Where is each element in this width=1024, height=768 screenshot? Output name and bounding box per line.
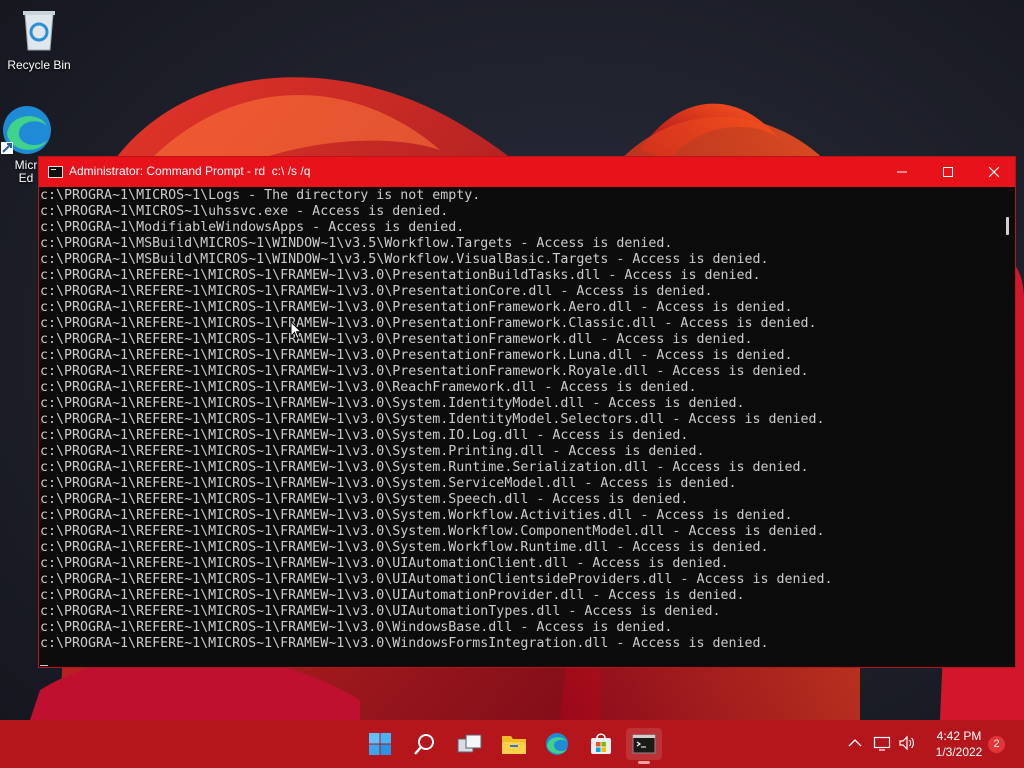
system-clock[interactable]: 4:42 PM 1/3/2022 bbox=[920, 728, 998, 760]
mouse-pointer-icon bbox=[290, 321, 302, 340]
recycle-bin-desktop-icon[interactable]: Recycle Bin bbox=[1, 8, 77, 72]
start-icon bbox=[369, 733, 391, 755]
minimize-button[interactable] bbox=[879, 157, 925, 187]
console-line: c:\PROGRA~1\REFERE~1\MICROS~1\FRAMEW~1\v… bbox=[40, 348, 793, 363]
console-line: c:\PROGRA~1\REFERE~1\MICROS~1\FRAMEW~1\v… bbox=[40, 524, 825, 539]
chevron-up-icon[interactable] bbox=[848, 738, 862, 748]
close-icon bbox=[988, 166, 1000, 178]
maximize-button[interactable] bbox=[925, 157, 971, 187]
taskbar: 4:42 PM 1/3/2022 bbox=[0, 720, 1024, 768]
cmd-app-icon bbox=[48, 166, 63, 178]
console-line: c:\PROGRA~1\REFERE~1\MICROS~1\FRAMEW~1\v… bbox=[40, 556, 729, 571]
console-line: c:\PROGRA~1\REFERE~1\MICROS~1\FRAMEW~1\v… bbox=[40, 572, 833, 587]
scrollbar-thumb[interactable] bbox=[1006, 217, 1009, 235]
console-line: c:\PROGRA~1\MICROS~1\uhssvc.exe - Access… bbox=[40, 204, 449, 219]
console-line: c:\PROGRA~1\MSBuild\MICROS~1\WINDOW~1\v3… bbox=[40, 236, 673, 251]
text-cursor bbox=[40, 665, 48, 666]
console-output[interactable]: c:\PROGRA~1\MICROS~1\Logs - The director… bbox=[40, 188, 998, 666]
console-line: c:\PROGRA~1\REFERE~1\MICROS~1\FRAMEW~1\v… bbox=[40, 476, 737, 491]
command-prompt-window[interactable]: Administrator: Command Prompt - rd c:\ /… bbox=[38, 156, 1016, 668]
edge-icon bbox=[1, 106, 51, 154]
search-button[interactable] bbox=[407, 728, 443, 760]
terminal-icon bbox=[632, 734, 656, 754]
console-line: c:\PROGRA~1\REFERE~1\MICROS~1\FRAMEW~1\v… bbox=[40, 508, 793, 523]
console-line: c:\PROGRA~1\REFERE~1\MICROS~1\FRAMEW~1\v… bbox=[40, 412, 825, 427]
file-explorer-button[interactable] bbox=[495, 728, 531, 760]
store-icon bbox=[591, 733, 611, 754]
task-view-button[interactable] bbox=[451, 728, 487, 760]
start-button[interactable] bbox=[362, 728, 398, 760]
console-line: c:\PROGRA~1\REFERE~1\MICROS~1\FRAMEW~1\v… bbox=[40, 428, 689, 443]
console-line: c:\PROGRA~1\REFERE~1\MICROS~1\FRAMEW~1\v… bbox=[40, 284, 713, 299]
maximize-icon bbox=[943, 167, 953, 177]
search-icon bbox=[414, 734, 434, 755]
window-titlebar[interactable]: Administrator: Command Prompt - rd c:\ /… bbox=[39, 157, 1015, 187]
console-line: c:\PROGRA~1\REFERE~1\MICROS~1\FRAMEW~1\v… bbox=[40, 380, 697, 395]
console-line: c:\PROGRA~1\MSBuild\MICROS~1\WINDOW~1\v3… bbox=[40, 252, 769, 267]
console-line: c:\PROGRA~1\REFERE~1\MICROS~1\FRAMEW~1\v… bbox=[40, 268, 761, 283]
console-line: c:\PROGRA~1\REFERE~1\MICROS~1\FRAMEW~1\v… bbox=[40, 396, 745, 411]
clock-date: 1/3/2022 bbox=[935, 745, 983, 759]
minimize-icon bbox=[897, 171, 907, 173]
file-explorer-icon bbox=[502, 736, 526, 754]
console-line: c:\PROGRA~1\REFERE~1\MICROS~1\FRAMEW~1\v… bbox=[40, 300, 793, 315]
desktop-icon-label: Recycle Bin bbox=[7, 58, 71, 72]
console-line: c:\PROGRA~1\REFERE~1\MICROS~1\FRAMEW~1\v… bbox=[40, 540, 769, 555]
console-line: c:\PROGRA~1\REFERE~1\MICROS~1\FRAMEW~1\v… bbox=[40, 460, 809, 475]
console-line: c:\PROGRA~1\REFERE~1\MICROS~1\FRAMEW~1\v… bbox=[40, 332, 753, 347]
console-line: c:\PROGRA~1\REFERE~1\MICROS~1\FRAMEW~1\v… bbox=[40, 620, 673, 635]
console-line: c:\PROGRA~1\REFERE~1\MICROS~1\FRAMEW~1\v… bbox=[40, 364, 809, 379]
close-button[interactable] bbox=[971, 157, 1017, 187]
console-line: c:\PROGRA~1\REFERE~1\MICROS~1\FRAMEW~1\v… bbox=[40, 636, 769, 651]
recycle-bin-icon bbox=[23, 11, 55, 51]
vertical-scrollbar[interactable] bbox=[999, 188, 1015, 666]
clock-time: 4:42 PM bbox=[936, 729, 982, 743]
console-line: c:\PROGRA~1\REFERE~1\MICROS~1\FRAMEW~1\v… bbox=[40, 588, 745, 603]
console-line: c:\PROGRA~1\REFERE~1\MICROS~1\FRAMEW~1\v… bbox=[40, 316, 817, 331]
window-title: Administrator: Command Prompt - rd c:\ /… bbox=[69, 164, 311, 178]
store-button[interactable] bbox=[583, 728, 619, 760]
command-prompt-taskbar-button[interactable] bbox=[626, 728, 662, 764]
notification-badge[interactable]: 2 bbox=[988, 736, 1005, 753]
edge-icon bbox=[546, 733, 568, 755]
volume-icon[interactable] bbox=[898, 735, 916, 751]
console-line: c:\PROGRA~1\ModifiableWindowsApps - Acce… bbox=[40, 220, 465, 235]
console-line: c:\PROGRA~1\REFERE~1\MICROS~1\FRAMEW~1\v… bbox=[40, 492, 689, 507]
network-icon[interactable] bbox=[873, 735, 891, 751]
console-line: c:\PROGRA~1\MICROS~1\Logs - The director… bbox=[40, 188, 481, 203]
console-line: c:\PROGRA~1\REFERE~1\MICROS~1\FRAMEW~1\v… bbox=[40, 444, 705, 459]
task-view-icon bbox=[457, 734, 482, 753]
edge-button[interactable] bbox=[539, 728, 575, 760]
console-line: c:\PROGRA~1\REFERE~1\MICROS~1\FRAMEW~1\v… bbox=[40, 604, 721, 619]
